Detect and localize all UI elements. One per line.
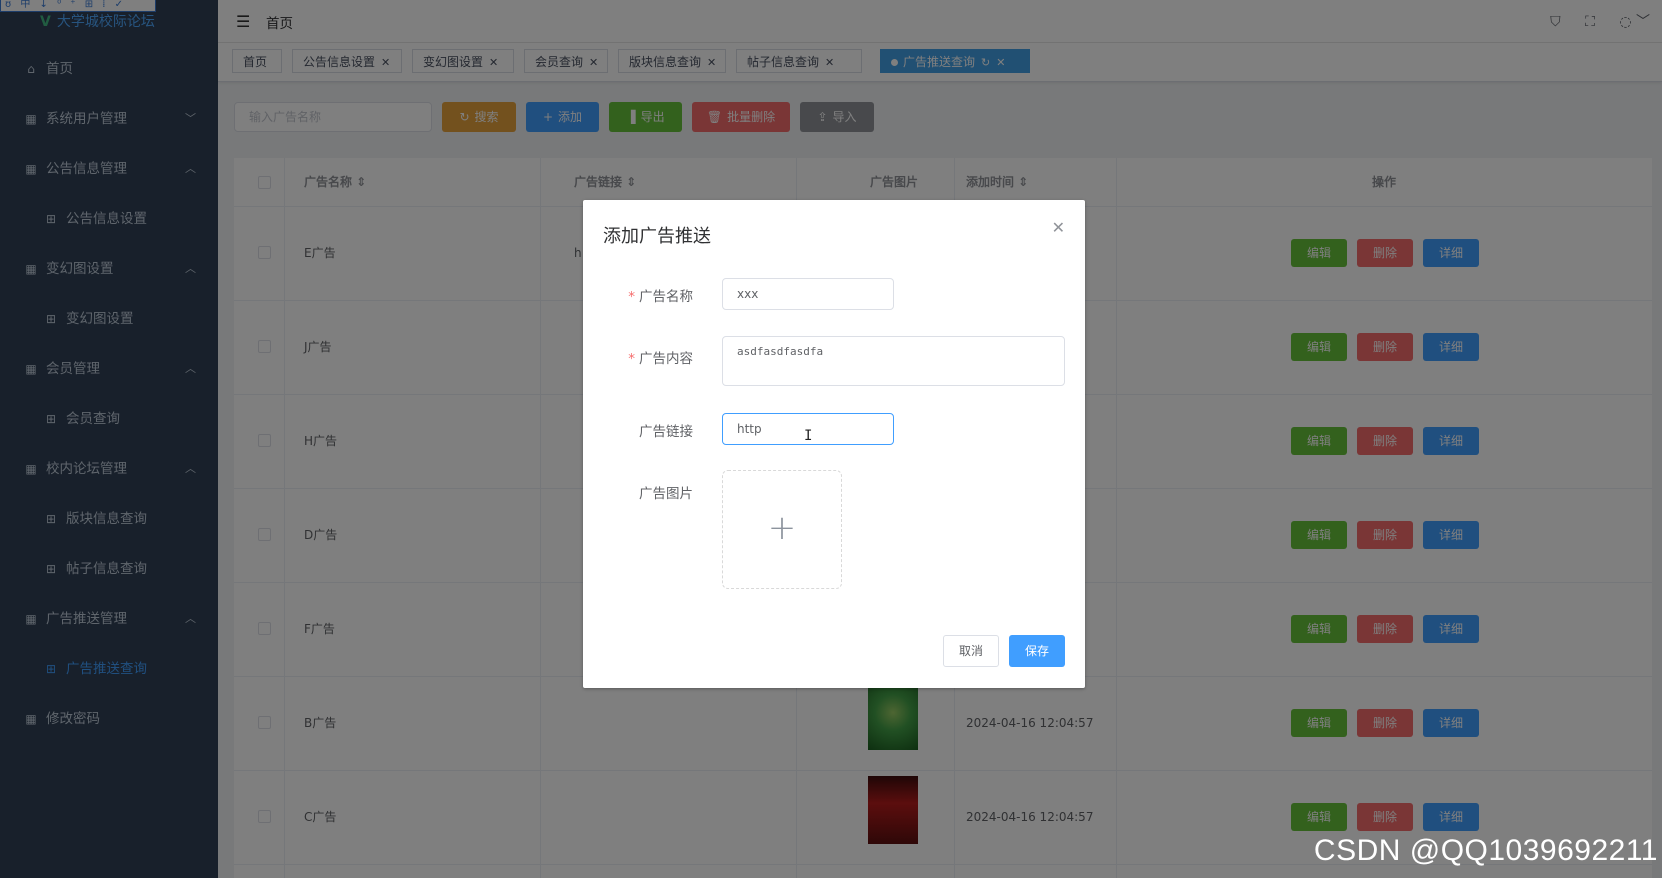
link-label: 广告链接 <box>639 424 693 440</box>
text-cursor-icon: I <box>804 428 813 444</box>
cancel-button[interactable]: 取消 <box>943 635 999 667</box>
name-label: * 广告名称 <box>628 289 693 305</box>
dialog-title: 添加广告推送 <box>603 226 711 247</box>
image-label: 广告图片 <box>639 486 693 502</box>
ad-name-input[interactable]: xxx <box>722 278 894 310</box>
add-ad-dialog: 添加广告推送 ✕ * 广告名称 xxx * 广告内容 asdfasdfasdfa 广… <box>583 200 1085 688</box>
content-label: * 广告内容 <box>628 351 693 367</box>
watermark: CSDN @QQ1039692211 <box>1313 834 1658 867</box>
close-icon[interactable]: ✕ <box>1052 218 1065 237</box>
save-button[interactable]: 保存 <box>1009 635 1065 667</box>
plus-icon: + <box>767 508 797 548</box>
ad-content-textarea[interactable]: asdfasdfasdfa <box>722 336 1065 386</box>
image-uploader[interactable]: + <box>722 470 842 589</box>
